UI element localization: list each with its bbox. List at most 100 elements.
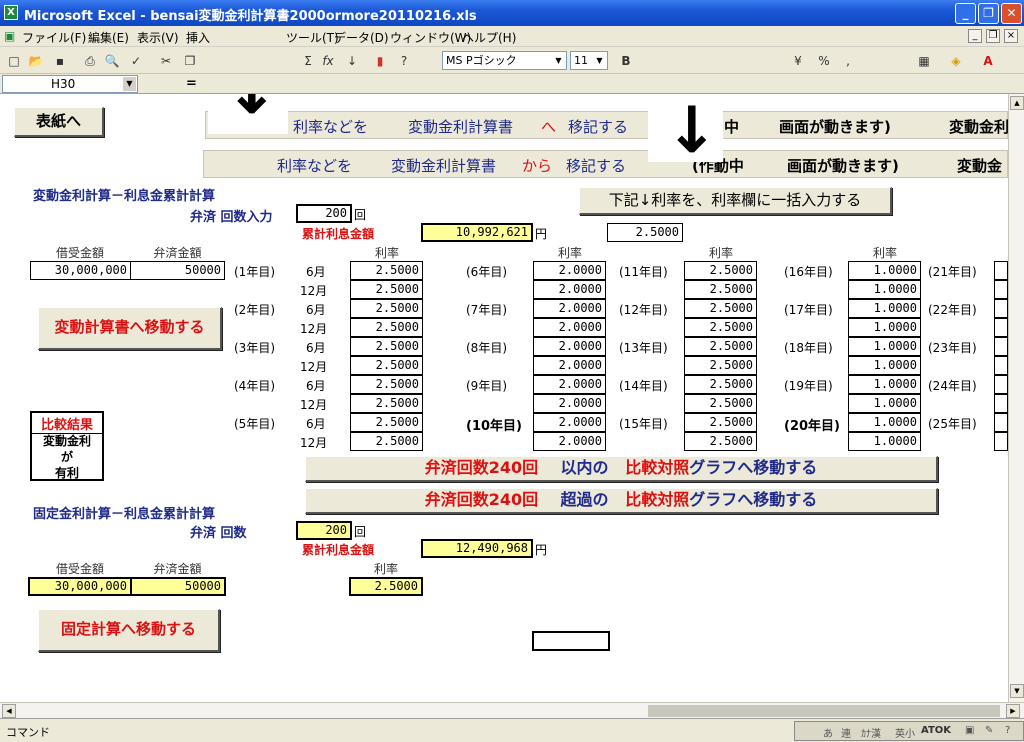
font-color-icon[interactable]: A xyxy=(980,53,996,69)
rate-cell[interactable]: 2.0000 xyxy=(533,337,606,356)
save-icon[interactable]: ▪ xyxy=(52,53,68,69)
rate-cell[interactable]: 2.5000 xyxy=(350,280,423,299)
font-size-select[interactable]: 11 ▼ xyxy=(570,51,608,70)
scroll-right-icon[interactable]: ▶ xyxy=(1006,704,1020,718)
rate-cell[interactable]: 2.5000 xyxy=(350,413,423,432)
rate-cell[interactable]: 2.5000 xyxy=(350,261,423,280)
copy-icon[interactable]: ❐ xyxy=(182,53,198,69)
rate-cell[interactable]: 2.0000 xyxy=(533,261,606,280)
borders-icon[interactable]: ▦ xyxy=(916,53,932,69)
rate-cell[interactable]: 2.5000 xyxy=(684,375,757,394)
ime-menu-icon[interactable]: ▣ xyxy=(965,725,974,736)
restore-button[interactable]: ❐ xyxy=(978,3,999,24)
excel-icon[interactable]: X xyxy=(4,5,18,20)
help-icon[interactable]: ? xyxy=(396,53,412,69)
minimize-button[interactable]: _ xyxy=(955,3,976,24)
banner-transfer-from[interactable]: 利率などを 変動金利計算書 から 移記する (作動中 画面が動きます) 変動金 xyxy=(203,150,1008,178)
active-cell-cursor[interactable] xyxy=(532,631,610,651)
rate-cell[interactable]: 1.0000 xyxy=(848,413,921,432)
new-icon[interactable]: □ xyxy=(6,53,22,69)
ime-ren[interactable]: 連 xyxy=(841,725,851,740)
ime-eisho[interactable]: 英小 xyxy=(895,725,915,740)
rate-cell[interactable]: 2.5000 xyxy=(684,261,757,280)
horizontal-scrollbar[interactable]: ◀ ▶ xyxy=(0,702,1024,718)
graph-within-240-button[interactable]: 弁済回数240回 以内の 比較対照グラフへ移動する xyxy=(305,456,938,482)
hendo-kariire-cell[interactable]: 30,000,000 xyxy=(30,261,131,280)
percent-icon[interactable]: % xyxy=(816,53,832,69)
graph-over-240-button[interactable]: 弁済回数240回 超過の 比較対照グラフへ移動する xyxy=(305,488,938,514)
open-icon[interactable]: 📂 xyxy=(28,53,44,69)
ime-tool-icon[interactable]: ✎ xyxy=(985,725,993,736)
menu-edit[interactable]: 編集(E) xyxy=(88,29,129,46)
rate-cell[interactable]: 2.5000 xyxy=(350,356,423,375)
hendo-ruikei-value[interactable]: 10,992,621 xyxy=(421,223,533,242)
rate-cell[interactable] xyxy=(994,356,1008,375)
sum-icon[interactable]: Σ xyxy=(300,53,316,69)
rate-cell[interactable]: 1.0000 xyxy=(848,337,921,356)
font-name-select[interactable]: MS Pゴシック ▼ xyxy=(442,51,567,70)
rate-cell[interactable] xyxy=(994,280,1008,299)
rate-cell[interactable]: 2.5000 xyxy=(350,337,423,356)
menu-help[interactable]: ヘルプ(H) xyxy=(462,29,516,46)
rate-cell[interactable]: 2.0000 xyxy=(533,318,606,337)
rate-cell[interactable]: 1.0000 xyxy=(848,318,921,337)
ikkatsu-button[interactable]: 下記↓利率を、利率欄に一括入力する xyxy=(579,187,892,215)
rate-cell[interactable]: 2.5000 xyxy=(350,432,423,451)
worksheet[interactable]: 表紙へ 利率などを 変動金利計算書 へ 移記する 中 画面が動きます) 変動金利… xyxy=(0,94,1008,702)
menu-view[interactable]: 表示(V) xyxy=(137,29,179,46)
name-box[interactable]: H30 ▼ xyxy=(2,75,138,93)
fill-color-icon[interactable]: ◈ xyxy=(948,53,964,69)
kotei-kaisu-value[interactable]: 200 xyxy=(296,521,352,540)
sort-icon[interactable]: ↓ xyxy=(344,53,360,69)
banner-transfer-to[interactable]: 利率などを 変動金利計算書 へ 移記する 中 画面が動きます) 変動金利 xyxy=(205,111,1008,139)
rate-cell[interactable]: 1.0000 xyxy=(848,394,921,413)
kotei-rate-cell[interactable]: 2.5000 xyxy=(349,577,423,596)
move-hendo-button[interactable]: 変動計算書へ移動する xyxy=(38,307,222,350)
spell-icon[interactable]: ✓ xyxy=(128,53,144,69)
rate-cell[interactable]: 2.0000 xyxy=(533,394,606,413)
rate-cell[interactable] xyxy=(994,337,1008,356)
cut-icon[interactable]: ✂ xyxy=(158,53,174,69)
rate-cell[interactable]: 2.5000 xyxy=(350,394,423,413)
menu-file[interactable]: ファイル(F) xyxy=(22,29,86,46)
ime-kana-kanji[interactable]: ｶﾅ漢 xyxy=(861,725,881,740)
doc-restore-button[interactable]: ❐ xyxy=(986,29,1000,43)
rate-cell[interactable] xyxy=(994,394,1008,413)
rate-cell[interactable]: 2.0000 xyxy=(533,432,606,451)
function-icon[interactable]: fx xyxy=(320,53,336,69)
rate-cell[interactable] xyxy=(994,375,1008,394)
bold-icon[interactable]: B xyxy=(618,53,634,69)
rate-cell[interactable]: 1.0000 xyxy=(848,299,921,318)
doc-close-button[interactable]: × xyxy=(1004,29,1018,43)
ime-atok[interactable]: ATOK xyxy=(921,725,951,736)
ikkatsu-rate-input[interactable]: 2.5000 xyxy=(607,223,683,242)
hendo-bensai-cell[interactable]: 50000 xyxy=(130,261,225,280)
rate-cell[interactable]: 2.0000 xyxy=(533,280,606,299)
rate-cell[interactable]: 2.5000 xyxy=(684,299,757,318)
scroll-down-icon[interactable]: ▼ xyxy=(1010,684,1024,698)
rate-cell[interactable]: 2.5000 xyxy=(350,318,423,337)
ime-hiragana[interactable]: あ xyxy=(823,725,833,740)
rate-cell[interactable]: 2.5000 xyxy=(684,413,757,432)
rate-cell[interactable]: 2.5000 xyxy=(684,280,757,299)
rate-cell[interactable] xyxy=(994,261,1008,280)
doc-minimize-button[interactable]: _ xyxy=(968,29,982,43)
rate-cell[interactable] xyxy=(994,299,1008,318)
currency-icon[interactable]: ¥ xyxy=(790,53,806,69)
rate-cell[interactable]: 2.5000 xyxy=(684,394,757,413)
vertical-scrollbar[interactable]: ▲ ▼ xyxy=(1008,94,1024,702)
menu-data[interactable]: データ(D) xyxy=(334,29,389,46)
hendo-kaisu-input[interactable]: 200 xyxy=(296,204,352,223)
rate-cell[interactable]: 1.0000 xyxy=(848,356,921,375)
rate-cell[interactable]: 2.5000 xyxy=(350,299,423,318)
scroll-left-icon[interactable]: ◀ xyxy=(2,704,16,718)
print-icon[interactable]: ⎙ xyxy=(82,53,98,69)
rate-cell[interactable]: 2.0000 xyxy=(533,356,606,375)
rate-cell[interactable]: 2.5000 xyxy=(684,432,757,451)
rate-cell[interactable]: 1.0000 xyxy=(848,261,921,280)
kotei-ruikei-value[interactable]: 12,490,968 xyxy=(421,539,533,558)
kotei-bensai-cell[interactable]: 50000 xyxy=(130,577,226,596)
rate-cell[interactable]: 2.5000 xyxy=(684,337,757,356)
rate-cell[interactable]: 2.5000 xyxy=(684,318,757,337)
move-kotei-button[interactable]: 固定計算へ移動する xyxy=(38,609,220,652)
